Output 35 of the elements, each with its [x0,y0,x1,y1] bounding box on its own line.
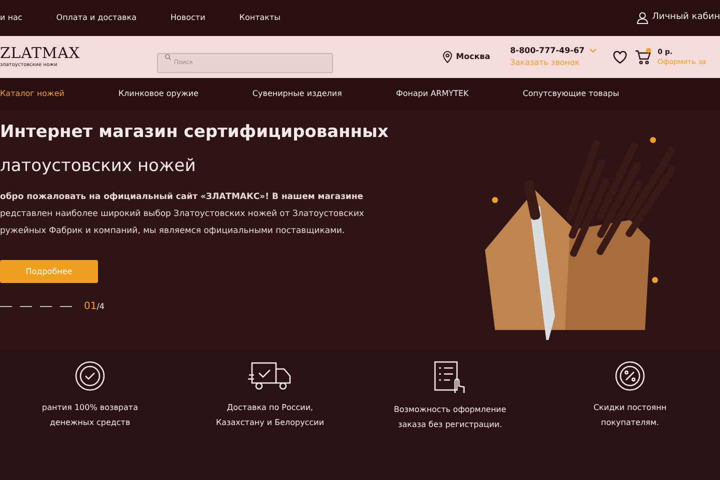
checklist-hand-icon [433,360,467,394]
top-link[interactable]: Контакты [239,12,280,24]
percent-badge-icon [614,360,646,392]
hero-description: обро пожаловать на официальный сайт «ЗЛАТМАКС»! В нашем магазине редставлен наиболее широкий выбор Златоустовских ножей от Златоустовских ружейных Фабрик и компаний, мы являемся официальными поставщиками. [0,191,366,238]
user-icon[interactable] [637,12,648,24]
feature-text: Доставка по России, Казахстану и Белоруссии [216,402,324,429]
feature-text: Возможность оформление заказа без регистрации. [394,404,506,431]
feature-text: рантия 100% возврата денежных средств [42,402,138,429]
heart-icon[interactable] [612,50,627,64]
hero-title: Интернет магазин сертифицированных [0,121,390,144]
slide-indicator[interactable] [60,306,72,307]
check-badge-icon [74,360,106,392]
hero-subtitle: латоустовских ножей [0,154,197,178]
slide-indicator[interactable] [20,306,32,307]
cart-icon[interactable] [634,50,651,64]
top-link[interactable]: Новости [170,12,206,24]
slide-indicator[interactable] [40,306,52,307]
feature-text: Скидки постоянн покупателям. [593,402,667,429]
logo-text[interactable]: ZLATMAX [0,46,150,61]
chevron-down-icon[interactable] [588,48,597,53]
city-selector[interactable]: Москва [456,51,490,63]
nav-tab[interactable]: Сопутсвующие товары [522,88,620,100]
nav-tab[interactable]: Фонари ARMYTEK [396,88,469,100]
slide-indicator[interactable] [0,306,12,307]
nav-tab[interactable]: Каталог ножей [0,88,64,100]
slide-counter: 01/4 [84,300,105,314]
account-link[interactable]: Личный кабин [652,11,720,25]
nav-tab[interactable]: Клинковое оружие [118,88,198,100]
nav-tab[interactable]: Сувенирные изделия [252,88,342,100]
phone-number: 8-800-777-49-67 [510,45,585,57]
top-link[interactable]: и нас [0,12,22,24]
location-pin-icon [443,51,452,63]
top-link[interactable]: Оплата и доставка [56,12,137,24]
truck-icon [248,360,292,392]
search-icon [165,54,171,60]
